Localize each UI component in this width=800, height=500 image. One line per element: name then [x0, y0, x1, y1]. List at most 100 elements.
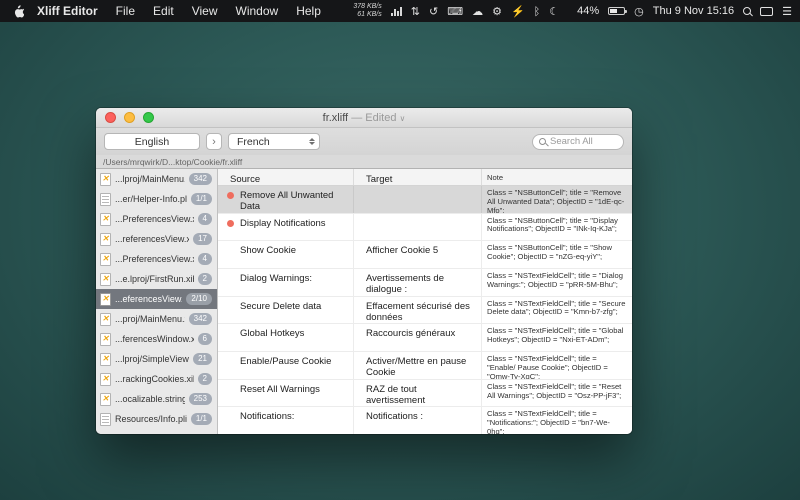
xib-file-icon: ✕ [100, 333, 111, 346]
column-header-note[interactable]: Note [481, 169, 632, 185]
zoom-button[interactable] [143, 112, 154, 123]
table-row[interactable]: Remove All Unwanted DataClass = "NSButto… [218, 186, 632, 214]
menu-window[interactable]: Window [227, 4, 288, 18]
source-cell: Show Cookie [218, 241, 353, 268]
count-badge: 2/10 [186, 293, 212, 305]
xib-file-icon: ✕ [100, 233, 111, 246]
spotlight-icon[interactable] [743, 7, 751, 15]
target-cell[interactable] [353, 186, 481, 213]
target-cell[interactable]: RAZ de tout avertissement [353, 380, 481, 407]
close-button[interactable] [105, 112, 116, 123]
moon-icon[interactable]: ☾ [549, 6, 559, 18]
table-row[interactable]: Reset All WarningsRAZ de tout avertissem… [218, 380, 632, 408]
target-cell[interactable]: Effacement sécurisé des données [353, 297, 481, 324]
target-cell[interactable]: Raccourcis généraux [353, 324, 481, 351]
target-cell[interactable]: Notifications : [353, 407, 481, 434]
popup-arrows-icon [309, 138, 315, 145]
note-cell: Class = "NSTextFieldCell"; title = "Enab… [481, 352, 632, 379]
menu-bar-status: 378 KB/s 61 KB/s ⇅ ↺ ⌨ ☁ ⚙ ⚡ ᛒ ☾ 44% ◷ Thu 9 No… [353, 3, 792, 19]
source-text: Enable/Pause Cookie [240, 356, 331, 367]
table-row[interactable]: Show CookieAfficher Cookie 5Class = "NSB… [218, 241, 632, 269]
sidebar-item[interactable]: ✕...eferencesView.xib2/10 [96, 289, 217, 309]
table-row[interactable]: Display NotificationsClass = "NSButtonCe… [218, 214, 632, 242]
notification-center-icon[interactable]: ☰ [782, 5, 792, 18]
translation-table: Source Target Note Remove All Unwanted D… [218, 169, 632, 434]
display-icon[interactable] [760, 7, 773, 16]
clock-icon[interactable]: ◷ [634, 5, 644, 18]
menu-bar-clock[interactable]: Thu 9 Nov 15:16 [653, 5, 734, 17]
table-row[interactable]: Notifications:Notifications :Class = "NS… [218, 407, 632, 434]
sidebar-item[interactable]: ✕...lproj/SimpleView.xib21 [96, 349, 217, 369]
sidebar-item-label: Resources/Info.plist [115, 414, 187, 424]
menu-view[interactable]: View [183, 4, 227, 18]
column-header-target[interactable]: Target [353, 169, 481, 185]
xib-file-icon: ✕ [100, 393, 111, 406]
apple-logo-icon [13, 5, 24, 18]
count-badge: 2 [198, 373, 212, 385]
menu-bar: Xliff EditorFileEditViewWindowHelp 378 K… [0, 0, 800, 22]
gear-icon[interactable]: ⚙ [492, 6, 502, 18]
sidebar-item[interactable]: ✕...proj/MainMenu.xib342 [96, 309, 217, 329]
sidebar-item[interactable]: ✕...lproj/MainMenu.xib342 [96, 169, 217, 189]
table-row[interactable]: Secure Delete dataEffacement sécurisé de… [218, 297, 632, 325]
minimize-button[interactable] [124, 112, 135, 123]
table-row[interactable]: Global HotkeysRaccourcis générauxClass =… [218, 324, 632, 352]
language-disclosure-button[interactable]: › [206, 133, 222, 150]
sidebar-item[interactable]: Resources/Info.plist 1/1 [96, 409, 217, 429]
sidebar-item-label: ...lproj/SimpleView.xib [115, 354, 189, 364]
title-bar[interactable]: fr.xliff — Edited ∨ [96, 108, 632, 128]
net-down-speed: 61 KB/s [357, 11, 382, 19]
network-speed[interactable]: 378 KB/s 61 KB/s [353, 3, 381, 19]
sidebar-item[interactable]: ✕...ferencesWindow.xib6 [96, 329, 217, 349]
target-cell[interactable]: Avertissements de dialogue : [353, 269, 481, 296]
source-text: Notifications: [240, 411, 294, 422]
table-row[interactable]: Enable/Pause Cookie Activer/Mettre en pau… [218, 352, 632, 380]
menu-file[interactable]: File [107, 4, 144, 18]
sidebar-item[interactable]: ✕...PreferencesView.xib4 [96, 249, 217, 269]
sidebar-item-label: ...referencesView.xib [115, 234, 189, 244]
title-chevron-icon[interactable]: ∨ [400, 114, 406, 123]
source-language-button[interactable]: English [104, 133, 200, 150]
target-language-popup[interactable]: French [228, 133, 320, 150]
count-badge: 6 [198, 333, 212, 345]
menu-edit[interactable]: Edit [144, 4, 183, 18]
sidebar-item[interactable]: ✕...rackingCookies.xib2 [96, 369, 217, 389]
target-cell[interactable]: Activer/Mettre en pause Cookie [353, 352, 481, 379]
keyboard-icon[interactable]: ⌨ [447, 6, 463, 18]
note-cell: Class = "NSTextFieldCell"; title = "Glob… [481, 324, 632, 351]
sidebar-item[interactable]: ...er/Helper-Info.plist1/1 [96, 189, 217, 209]
xib-file-icon: ✕ [100, 313, 111, 326]
menu-help[interactable]: Help [287, 4, 330, 18]
column-header-source[interactable]: Source [218, 169, 353, 185]
battery-icon[interactable] [608, 7, 625, 15]
chevron-right-icon: › [212, 136, 216, 148]
net-up-speed: 378 KB/s [353, 3, 381, 11]
bolt-icon[interactable]: ⚡ [511, 6, 525, 18]
battery-percent: 44% [577, 5, 599, 17]
count-badge: 253 [189, 393, 212, 405]
updown-arrows-icon[interactable]: ⇅ [411, 6, 420, 18]
sidebar-item-label: ...rackingCookies.xib [115, 374, 194, 384]
xib-file-icon: ✕ [100, 293, 111, 306]
search-input[interactable] [550, 136, 617, 147]
sidebar-item[interactable]: ✕...referencesView.xib17 [96, 229, 217, 249]
menu-xliff-editor[interactable]: Xliff Editor [28, 4, 107, 18]
target-cell[interactable]: Afficher Cookie 5 [353, 241, 481, 268]
count-badge: 342 [189, 173, 212, 185]
sidebar-item[interactable]: ✕...PreferencesView.xib4 [96, 209, 217, 229]
source-cell: Notifications: [218, 407, 353, 434]
time-machine-icon[interactable]: ↺ [429, 6, 438, 18]
network-graph-icon[interactable] [391, 6, 402, 16]
sidebar: ✕...lproj/MainMenu.xib342...er/Helper-In… [96, 169, 218, 434]
bluetooth-icon[interactable]: ᛒ [534, 6, 541, 18]
target-cell[interactable] [353, 214, 481, 241]
sidebar-item[interactable]: ✕...ocalizable.strings253 [96, 389, 217, 409]
table-row[interactable]: Dialog Warnings:Avertissements de dialog… [218, 269, 632, 297]
source-text: Remove All Unwanted Data [240, 190, 333, 212]
apple-menu[interactable] [8, 5, 28, 18]
count-badge: 1/1 [191, 413, 212, 425]
search-field[interactable] [532, 134, 624, 150]
sidebar-item[interactable]: ✕...e.lproj/FirstRun.xib2 [96, 269, 217, 289]
cloud-icon[interactable]: ☁ [472, 6, 483, 18]
source-text: Display Notifications [240, 218, 326, 229]
